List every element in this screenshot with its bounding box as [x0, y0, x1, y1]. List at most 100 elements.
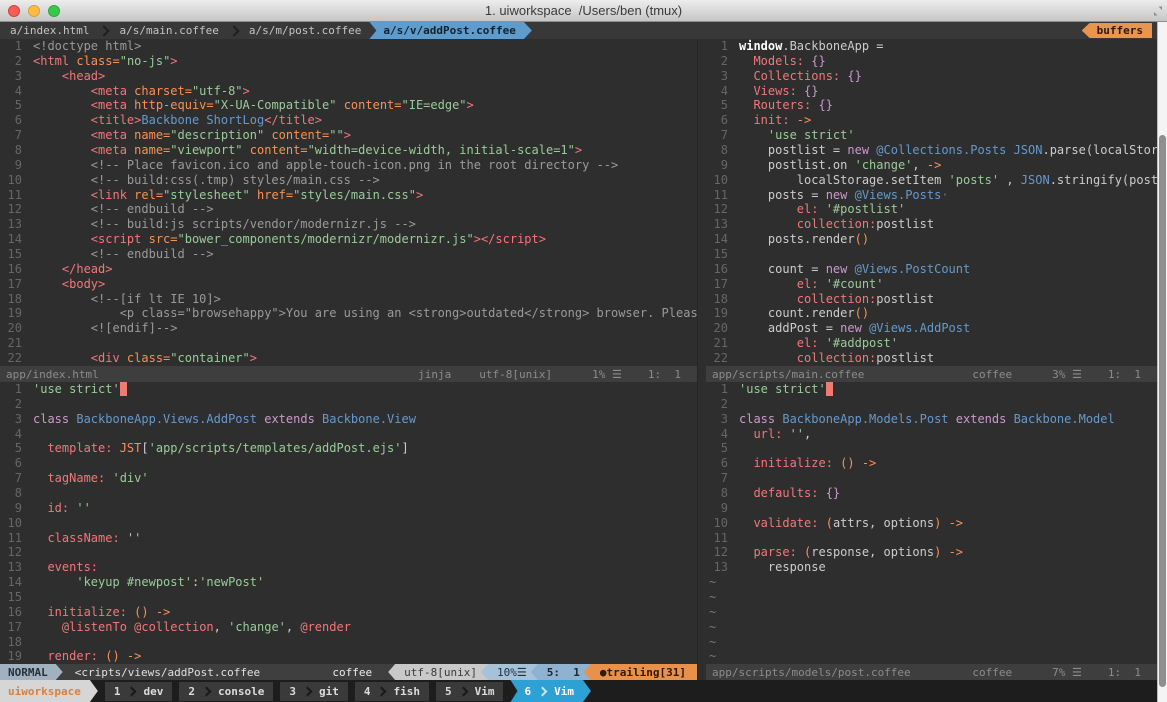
tmux-window-2-console[interactable]: 2console: [179, 682, 273, 701]
code-line: 5 Routers: {}: [706, 98, 1157, 113]
code-line: 20 addPost = new @Views.AddPost: [706, 321, 1157, 336]
mode-indicator: NORMAL: [0, 664, 63, 680]
tab-a/s/v/addPost.coffee[interactable]: a/s/v/addPost.coffee: [369, 22, 531, 39]
code-line: 6: [0, 456, 697, 471]
code-line: 9 id: '': [0, 501, 697, 516]
code-line: 19 render: () ->: [0, 649, 697, 664]
maximize-button[interactable]: [48, 5, 60, 17]
tab-a/s/m/post.coffee[interactable]: a/s/m/post.coffee: [241, 23, 370, 38]
linenr-icon: ☰: [1072, 368, 1082, 381]
chevron-icon: [538, 686, 548, 696]
code-line: 9 <!-- Place favicon.ico and apple-touch…: [0, 158, 697, 173]
code-line: 18: [0, 635, 697, 650]
code-line: 16 initialize: () ->: [0, 605, 697, 620]
statusbar-filetype: jinja: [418, 368, 451, 381]
titlebar[interactable]: 1. uiworkspace /Users/ben (tmux): [0, 0, 1167, 22]
code-line: 18 <!--[if lt IE 10]>: [0, 292, 697, 307]
code-line: 9 postlist.on 'change', ->: [706, 158, 1157, 173]
statusline-filename: <cripts/views/addPost.coffee: [75, 664, 260, 680]
code-line: 8 postlist = new @Collections.Posts JSON…: [706, 143, 1157, 158]
code-line: 14 posts.render(): [706, 232, 1157, 247]
chevron-icon: [127, 686, 137, 696]
code-line: 10: [0, 516, 697, 531]
code-line: 14 'keyup #newpost':'newPost': [0, 575, 697, 590]
vim-tabline: a/index.html a/s/main.coffee a/s/m/post.co…: [0, 22, 1157, 39]
code-line: 7: [706, 471, 1157, 486]
scrollbar-thumb[interactable]: [1159, 135, 1166, 687]
statusline-active: NORMAL <cripts/views/addPost.coffee coff…: [0, 664, 697, 680]
chevron-icon: [377, 686, 387, 696]
chevron-icon: [458, 686, 468, 696]
window-title: 1. uiworkspace /Users/ben (tmux): [485, 3, 682, 18]
code-line: 7 'use strict': [706, 128, 1157, 143]
code-line: ~: [706, 590, 1157, 605]
code-line: 8: [0, 486, 697, 501]
statusbar-percent: 7% ☰: [1052, 666, 1082, 679]
pane-post-coffee[interactable]: 1'use strict' 23class BackboneApp.Models…: [706, 382, 1157, 664]
code-line: 12 el: '#postlist': [706, 202, 1157, 217]
code-line: 3 <head>: [0, 69, 697, 84]
code-line: 11 <link rel="stylesheet" href="styles/m…: [0, 188, 697, 203]
terminal-window: 1. uiworkspace /Users/ben (tmux) a/index…: [0, 0, 1167, 702]
code-line: 13 collection:postlist: [706, 217, 1157, 232]
statusline-encoding: utf-8[unix]: [388, 664, 488, 680]
code-line: 4 Views: {}: [706, 84, 1157, 99]
pane-index-html[interactable]: 1<!doctype html>2<html class="no-js">3 <…: [0, 39, 697, 366]
pane-addpost-coffee[interactable]: 1'use strict' 23class BackboneApp.Views.…: [0, 382, 697, 664]
buffers-label[interactable]: buffers: [1082, 23, 1152, 38]
statusbar-filename: app/scripts/models/post.coffee: [712, 666, 911, 679]
tmux-window-1-dev[interactable]: 1dev: [105, 682, 173, 701]
tab-a/s/main.coffee[interactable]: a/s/main.coffee: [111, 23, 226, 38]
code-line: ~: [706, 649, 1157, 664]
linenr-icon: ☰: [517, 666, 527, 679]
code-line: 1'use strict': [0, 382, 697, 397]
code-line: 5 <meta http-equiv="X-UA-Compatible" con…: [0, 98, 697, 113]
statusline-position: 5: 1: [531, 664, 591, 680]
statusbar-filename: app/index.html: [6, 368, 99, 381]
tmux-window-4-fish[interactable]: 4fish: [355, 682, 429, 701]
code-line: 18 collection:postlist: [706, 292, 1157, 307]
code-line: 4 url: '',: [706, 427, 1157, 442]
code-line: 16 count = new @Views.PostCount: [706, 262, 1157, 277]
close-button[interactable]: [8, 5, 20, 17]
code-line: 21 el: '#addpost': [706, 336, 1157, 351]
minimize-button[interactable]: [28, 5, 40, 17]
code-line: 7 <meta name="description" content="">: [0, 128, 697, 143]
code-line: 12 parse: (response, options) ->: [706, 545, 1157, 560]
tmux-window-3-git[interactable]: 3git: [280, 682, 348, 701]
code-line: 3class BackboneApp.Views.AddPost extends…: [0, 412, 697, 427]
left-column: 1<!doctype html>2<html class="no-js">3 <…: [0, 39, 697, 680]
pane-divider[interactable]: [697, 39, 706, 680]
tmux-window-6-Vim[interactable]: 6Vim: [510, 680, 591, 702]
statusline-filetype: coffee: [332, 664, 372, 680]
code-line: ~: [706, 605, 1157, 620]
scrollbar[interactable]: [1157, 22, 1167, 702]
statusbar-position: 1: 1: [648, 368, 681, 381]
tmux-session-name[interactable]: uiworkspace: [0, 680, 98, 702]
code-line: 13 <!-- build:js scripts/vendor/moderniz…: [0, 217, 697, 232]
code-line: 6 init: ->: [706, 113, 1157, 128]
chevron-icon: [202, 686, 212, 696]
code-line: 8 <meta name="viewport" content="width=d…: [0, 143, 697, 158]
tmux-window-5-Vim[interactable]: 5Vim: [436, 682, 504, 701]
statusline-percent: 10% ☰: [481, 664, 538, 680]
pane-main-coffee[interactable]: 1window.BackboneApp =2 Models: {}3 Colle…: [706, 39, 1157, 366]
tab-a/index.html[interactable]: a/index.html: [2, 23, 97, 38]
code-line: 10 localStorage.setItem 'posts' , JSON.s…: [706, 173, 1157, 188]
code-line: 2 Models: {}: [706, 54, 1157, 69]
code-line: 5: [706, 441, 1157, 456]
code-line: 10 <!-- build:css(.tmp) styles/main.css …: [0, 173, 697, 188]
code-line: 13 response: [706, 560, 1157, 575]
code-line: ~: [706, 635, 1157, 650]
statusbar-percent: 3% ☰: [1052, 368, 1082, 381]
chevron-separator-icon: [228, 25, 239, 36]
resize-icon[interactable]: [1152, 5, 1164, 17]
code-line: 21: [0, 336, 697, 351]
code-line: 11 className: '': [0, 531, 697, 546]
editor-area: 1<!doctype html>2<html class="no-js">3 <…: [0, 39, 1157, 680]
code-line: 19 count.render(): [706, 306, 1157, 321]
code-line: 10 validate: (attrs, options) ->: [706, 516, 1157, 531]
code-line: 20 <![endif]-->: [0, 321, 697, 336]
code-line: 5 template: JST['app/scripts/templates/a…: [0, 441, 697, 456]
code-line: 17 @listenTo @collection, 'change', @ren…: [0, 620, 697, 635]
